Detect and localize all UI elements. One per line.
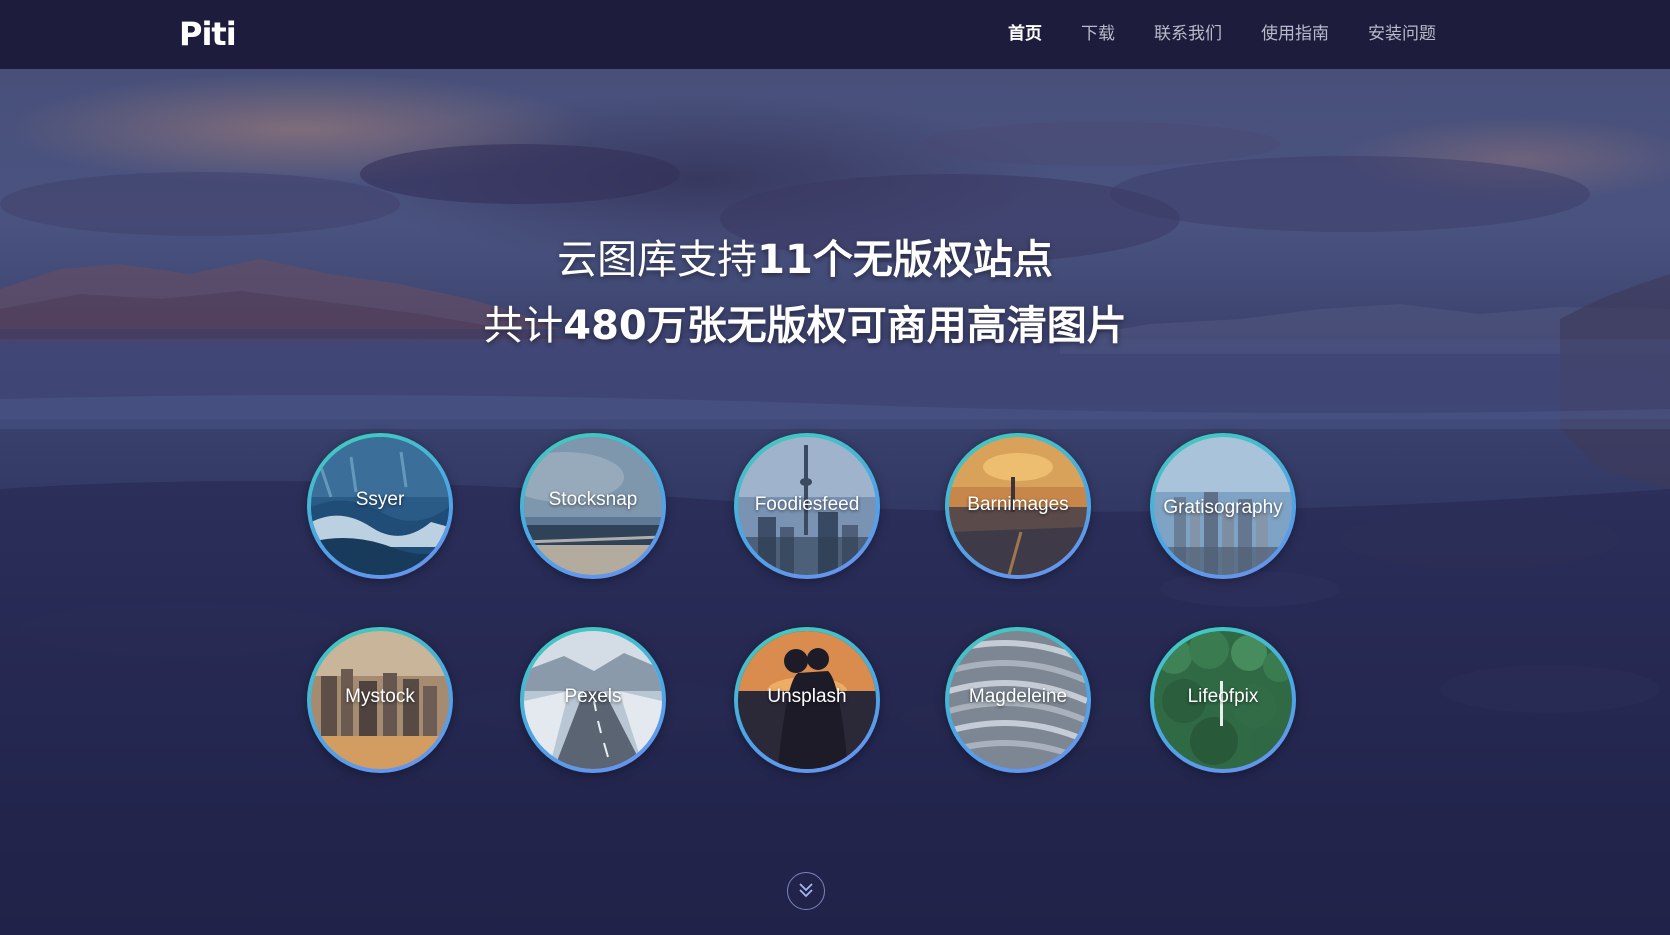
site-barnimages[interactable]: Barnimages [945, 433, 1091, 579]
nav-item-install-help[interactable]: 安装问题 [1368, 0, 1436, 69]
site-label: Stocksnap [548, 489, 638, 510]
logo[interactable]: Piti [179, 12, 237, 56]
nav-item-download[interactable]: 下载 [1081, 0, 1115, 69]
site-label: Mystock [345, 686, 415, 707]
nav-menu: 首页 下载 联系我们 使用指南 安装问题 [969, 0, 1436, 69]
site-thumbnail: Gratisography [1154, 437, 1292, 575]
headline-line-2-bold: 480万张无版权可商用高清图片 [563, 303, 1127, 349]
page: Piti 首页 下载 联系我们 使用指南 安装问题 云图库支持11个无版权站点 … [0, 0, 1670, 935]
site-thumbnail: Ssyer [311, 437, 449, 575]
nav-item-contact[interactable]: 联系我们 [1154, 0, 1222, 69]
site-label: Unsplash [767, 686, 847, 707]
site-thumbnail: Barnimages [949, 437, 1087, 575]
site-label: Ssyer [355, 489, 405, 510]
site-label: Pexels [564, 686, 622, 707]
site-gratisography[interactable]: Gratisography [1150, 433, 1296, 579]
site-thumbnail: Unsplash [738, 631, 876, 769]
headline-line-1: 云图库支持11个无版权站点 [0, 231, 1610, 289]
site-thumbnail: Pexels [524, 631, 662, 769]
site-label: Lifeofpix [1187, 686, 1259, 707]
site-mystock[interactable]: Mystock [307, 627, 453, 773]
nav-item-home[interactable]: 首页 [1008, 0, 1042, 69]
site-label: Magdeleine [968, 686, 1068, 707]
site-label: Foodiesfeed [754, 494, 860, 515]
nav-item-guide[interactable]: 使用指南 [1261, 0, 1329, 69]
scroll-down-button[interactable] [787, 872, 825, 910]
site-thumbnail: Magdeleine [949, 631, 1087, 769]
headline-line-1-light: 云图库支持 [557, 237, 758, 283]
site-thumbnail: Mystock [311, 631, 449, 769]
site-foodiesfeed[interactable]: Foodiesfeed [734, 433, 880, 579]
site-label: Barnimages [967, 494, 1069, 515]
site-thumbnail: Lifeofpix [1154, 631, 1292, 769]
top-navbar: Piti 首页 下载 联系我们 使用指南 安装问题 [0, 0, 1670, 69]
site-ssyer[interactable]: Ssyer [307, 433, 453, 579]
site-pexels[interactable]: Pexels [520, 627, 666, 773]
site-label: Gratisography [1163, 497, 1283, 518]
site-stocksnap[interactable]: Stocksnap [520, 433, 666, 579]
headline-line-2: 共计480万张无版权可商用高清图片 [0, 297, 1610, 355]
headline-line-2-light: 共计 [483, 303, 564, 349]
headline-line-1-bold: 11个无版权站点 [757, 237, 1053, 283]
site-lifeofpix[interactable]: Lifeofpix [1150, 627, 1296, 773]
site-magdeleine[interactable]: Magdeleine [945, 627, 1091, 773]
site-unsplash[interactable]: Unsplash [734, 627, 880, 773]
site-thumbnail: Stocksnap [524, 437, 662, 575]
double-chevron-down-icon [799, 883, 813, 898]
site-thumbnail: Foodiesfeed [738, 437, 876, 575]
